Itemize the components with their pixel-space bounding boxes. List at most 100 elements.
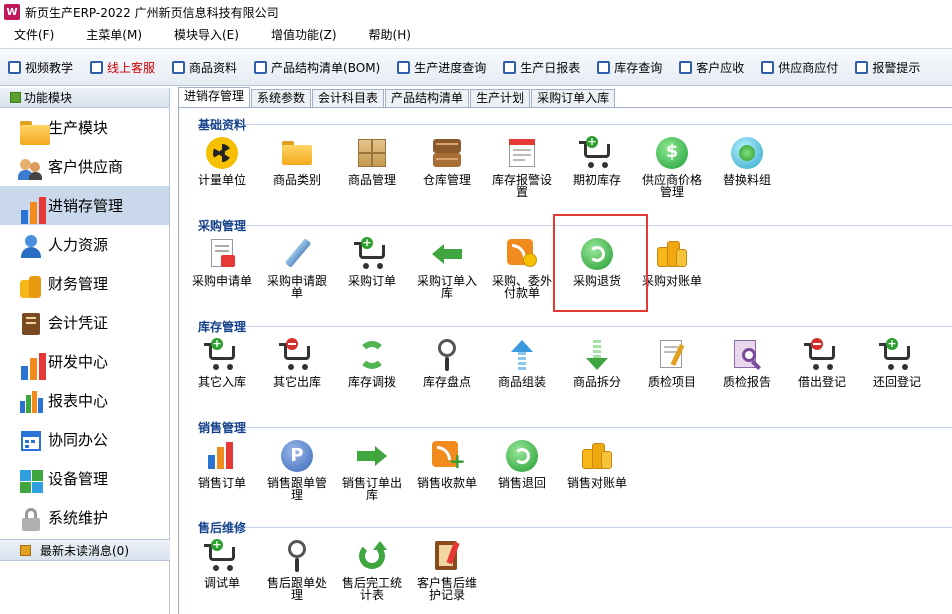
module-button-4-2[interactable]: 售后完工统 计表 [337, 539, 407, 601]
module-button-4-3[interactable]: 客户售后维 护记录 [412, 539, 482, 601]
window-title: 新页生产ERP-2022 广州新页信息科技有限公司 [25, 5, 279, 20]
module-button-0-1[interactable]: 商品类别 [262, 136, 332, 186]
module-button-3-3[interactable]: + 销售收款单 [412, 439, 482, 489]
toolbar-product-info[interactable]: 商品资料 [172, 59, 237, 76]
sidebar-item-0[interactable]: 生产模块 [0, 108, 169, 147]
menu-value-added[interactable]: 增值功能(Z) [255, 24, 353, 46]
device-icon [18, 467, 43, 493]
sidebar-item-7[interactable]: 报表中心 [0, 381, 169, 420]
toolbar-production-progress[interactable]: 生产进度查询 [397, 59, 486, 76]
section-title-1: 采购管理 [198, 219, 247, 233]
cart-plus-icon: + [579, 136, 614, 170]
tab-0[interactable]: 进销存管理 [178, 87, 251, 107]
module-button-0-7[interactable]: 替换料组 [712, 136, 782, 186]
sidebar-item-4[interactable]: 财务管理 [0, 264, 169, 303]
checkbox-icon [397, 60, 411, 74]
module-button-3-1[interactable]: P 销售跟单管理 [262, 439, 332, 501]
section-divider [245, 124, 952, 125]
toolbar-daily-report[interactable]: 生产日报表 [503, 59, 580, 76]
module-button-label-line2: 单 [290, 286, 303, 300]
checkbox-icon [172, 60, 186, 74]
module-button-label-line2: 计表 [359, 588, 384, 602]
module-button-label-line2: 理 [290, 488, 303, 502]
sidebar-item-8[interactable]: 协同办公 [0, 420, 169, 459]
module-button-1-2[interactable]: + 采购订单 [337, 237, 407, 288]
module-button-0-4[interactable]: 库存报警设置 [487, 136, 557, 198]
module-button-label: 商品组装 [497, 375, 546, 389]
module-button-3-0[interactable]: 销售订单 [187, 439, 257, 489]
checkbox-icon [8, 60, 21, 74]
module-button-0-2[interactable]: 商品管理 [337, 136, 407, 186]
sidebar-item-label: 研发中心 [48, 353, 109, 371]
gold-coins-icon [580, 439, 614, 473]
module-button-0-6[interactable]: $ 供应商价格 管理 [637, 136, 707, 198]
cart-plus-icon: + [204, 338, 239, 372]
unread-messages-bar[interactable]: 最新未读消息(0) [0, 539, 170, 561]
menu-main[interactable]: 主菜单(M) [70, 24, 158, 46]
module-button-2-0[interactable]: + 其它入库 [187, 338, 257, 389]
sidebar-item-3[interactable]: 人力资源 [0, 225, 169, 264]
tab-5[interactable]: 采购订单入库 [531, 89, 616, 107]
module-button-4-1[interactable]: 售后跟单处理 [262, 539, 332, 601]
sidebar-item-1[interactable]: 客户供应商 [0, 147, 169, 186]
sidebar-item-6[interactable]: 研发中心 [0, 342, 169, 381]
module-button-0-5[interactable]: + 期初库存 [562, 136, 632, 187]
sidebar-item-10[interactable]: 系统维护 [0, 498, 169, 537]
module-button-label: 销售订单 [197, 476, 246, 490]
module-button-label: 期初库存 [572, 173, 621, 187]
module-button-2-1[interactable]: 其它出库 [262, 338, 332, 388]
module-button-0-3[interactable]: 仓库管理 [412, 136, 482, 186]
toolbar-supplier-payable[interactable]: 供应商应付 [761, 59, 838, 76]
module-button-2-9[interactable]: + 还回登记 [862, 338, 932, 389]
module-button-2-2[interactable]: 库存调拨 [337, 338, 407, 388]
toolbar-bom[interactable]: 产品结构清单(BOM) [254, 59, 380, 76]
toolbar-customer-receivable[interactable]: 客户应收 [679, 59, 744, 76]
module-button-label: 销售对账单 [566, 476, 627, 490]
module-button-3-2[interactable]: 销售订单出库 [337, 439, 407, 501]
module-button-0-0[interactable]: 计量单位 [187, 136, 257, 186]
box-icon [355, 136, 389, 170]
checkbox-icon [503, 60, 517, 74]
module-button-1-0[interactable]: 采购申请单 [187, 237, 257, 287]
toolbar-online-service[interactable]: 线上客服 [90, 59, 155, 76]
menu-file[interactable]: 文件(F) [0, 24, 70, 46]
toolbar-alarm[interactable]: 报警提示 [855, 59, 920, 76]
module-button-label-line2: 付款单 [503, 286, 540, 300]
coins-icon [18, 272, 42, 298]
module-content: 基础资料 计量单位 商品类别 商品管理 仓库管理 库存报警设置 + 期初库存 $ 供应商价格 管理替… [178, 108, 952, 614]
sidebar-item-2[interactable]: 进销存管理 [0, 186, 169, 225]
module-button-2-7[interactable]: 质检报告 [712, 338, 782, 388]
menu-module-import[interactable]: 模块导入(E) [158, 24, 255, 46]
module-icon [10, 92, 21, 103]
toolbar-video-tutorial[interactable]: 视频教学 [8, 59, 73, 76]
toolbar-inventory-query[interactable]: 库存查询 [597, 59, 662, 76]
module-button-3-4[interactable]: 销售退回 [487, 439, 557, 489]
module-button-1-4[interactable]: 采购、委外 付款单 [487, 237, 557, 299]
module-button-1-1[interactable]: 采购申请跟单 [262, 237, 332, 299]
module-button-2-6[interactable]: 质检项目 [637, 338, 707, 388]
lock-icon [18, 506, 42, 531]
module-button-2-5[interactable]: 商品拆分 [562, 338, 632, 388]
tab-4[interactable]: 生产计划 [470, 89, 531, 107]
parking-p-icon: P [280, 439, 314, 473]
menu-help[interactable]: 帮助(H) [353, 24, 427, 46]
report-chart-icon [18, 389, 43, 413]
module-button-label: 库存调拨 [347, 375, 396, 389]
module-button-2-8[interactable]: 借出登记 [787, 338, 857, 388]
tab-1[interactable]: 系统参数 [251, 89, 312, 107]
cart-plus-icon: + [879, 338, 914, 372]
tab-3[interactable]: 产品结构清单 [385, 89, 470, 107]
sidebar-item-9[interactable]: 设备管理 [0, 459, 169, 498]
module-button-3-5[interactable]: 销售对账单 [562, 439, 632, 489]
sidebar-item-5[interactable]: 会计凭证 [0, 303, 169, 342]
module-button-2-3[interactable]: 库存盘点 [412, 338, 482, 388]
module-button-4-0[interactable]: + 调试单 [187, 539, 257, 590]
users-icon [18, 155, 42, 180]
module-button-1-3[interactable]: 采购订单入库 [412, 237, 482, 299]
sidebar-header[interactable]: 功能模块 [0, 88, 169, 108]
module-button-2-4[interactable]: 商品组装 [487, 338, 557, 388]
calendar-alert-icon [505, 136, 539, 170]
module-button-label-line2: 库 [365, 488, 378, 502]
tab-2[interactable]: 会计科目表 [312, 89, 385, 107]
module-button-label: 质检报告 [722, 375, 771, 389]
